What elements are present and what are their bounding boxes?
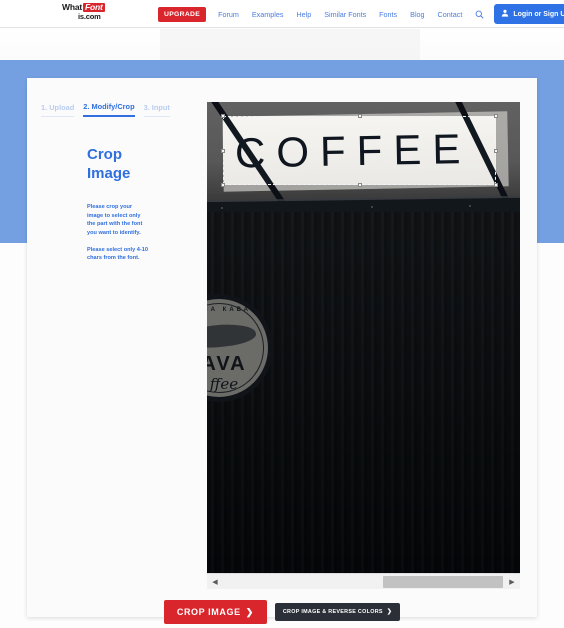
scroll-left-arrow-icon[interactable]: ◀: [207, 574, 223, 590]
crop-handle-se[interactable]: [494, 183, 498, 187]
nav-item-fonts[interactable]: Fonts: [379, 10, 397, 19]
instruction-primary: Please crop your image to select only th…: [87, 204, 143, 236]
crop-card: 1. Upload 2. Modify/Crop 3. Input Crop I…: [27, 78, 537, 624]
search-icon[interactable]: [475, 10, 484, 19]
page-title-line1: Crop: [87, 146, 122, 163]
instructions: Please crop your image to select only th…: [87, 203, 149, 263]
secondary-bar-block: [160, 29, 420, 60]
instruction-secondary: Please select only 4-10 chars from the f…: [87, 246, 148, 262]
login-signup-button[interactable]: Login or Sign Up: [494, 4, 564, 24]
site-logo[interactable]: What Font is.com: [62, 3, 118, 25]
crop-reverse-colors-label: CROP IMAGE & REVERSE COLORS: [282, 609, 383, 615]
cafe-logo-medallion: РЗА КАВА AVA ffee: [207, 294, 273, 402]
scrollbar-track[interactable]: [223, 574, 504, 590]
ledge-bolt: [371, 206, 373, 208]
action-button-row: CROP IMAGE ❯ CROP IMAGE & REVERSE COLORS…: [27, 600, 537, 624]
page-title: Crop Image: [87, 146, 177, 184]
nav-item-forum[interactable]: Forum: [218, 10, 239, 19]
logo-top-row: What Font: [62, 3, 105, 12]
crop-reverse-colors-button[interactable]: CROP IMAGE & REVERSE COLORS ❯: [274, 603, 401, 621]
page-title-line2: Image: [87, 164, 131, 182]
nav-item-similar-fonts[interactable]: Similar Fonts: [324, 10, 366, 19]
nav-item-examples[interactable]: Examples: [252, 10, 284, 19]
logo-domain-text: is.com: [78, 11, 101, 21]
step-indicator: 1. Upload 2. Modify/Crop 3. Input: [41, 102, 201, 117]
step-input[interactable]: 3. Input: [143, 103, 170, 117]
main-navigation: UPGRADE Forum Examples Help Similar Font…: [158, 0, 564, 28]
step-upload[interactable]: 1. Upload: [41, 103, 75, 117]
page-root: What Font is.com UPGRADE Forum Examples …: [0, 0, 564, 628]
nav-item-contact[interactable]: Contact: [438, 10, 463, 19]
crop-image-label: CROP IMAGE: [176, 607, 241, 617]
crop-handle-nw[interactable]: [221, 114, 225, 118]
login-signup-label: Login or Sign Up: [513, 10, 564, 18]
crop-handle-ne[interactable]: [494, 114, 498, 118]
ledge-bolt: [221, 207, 223, 209]
medallion-top-text: РЗА КАВА: [207, 307, 252, 313]
crop-selection-box[interactable]: [221, 114, 498, 187]
scroll-right-arrow-icon[interactable]: ▶: [504, 574, 520, 590]
chevron-right-icon: ❯: [386, 609, 393, 615]
scrollbar-thumb[interactable]: [383, 575, 503, 588]
medallion-main-text: AVA: [207, 353, 247, 375]
logo-font-text: Font: [82, 2, 105, 12]
upgrade-button[interactable]: UPGRADE: [158, 6, 207, 22]
nav-item-blog[interactable]: Blog: [410, 10, 424, 19]
crop-handle-w[interactable]: [221, 148, 225, 153]
crop-handle-e[interactable]: [494, 148, 498, 153]
crop-image-button[interactable]: CROP IMAGE ❯: [163, 600, 267, 624]
crop-handle-sw[interactable]: [221, 183, 225, 187]
image-crop-viewport[interactable]: COFFEE РЗА КАВА AVA ffee: [207, 102, 520, 573]
medallion-script-text: ffee: [209, 375, 239, 393]
crop-handle-n[interactable]: [357, 114, 362, 118]
nav-item-help[interactable]: Help: [296, 10, 311, 19]
logo-what-text: What: [62, 2, 82, 12]
crop-handle-s[interactable]: [357, 183, 362, 187]
step-modify-crop[interactable]: 2. Modify/Crop: [83, 102, 135, 117]
image-horizontal-scrollbar[interactable]: ◀ ▶: [207, 573, 520, 589]
site-header: What Font is.com UPGRADE Forum Examples …: [0, 0, 564, 28]
user-icon: [501, 9, 509, 19]
chevron-right-icon: ❯: [245, 606, 254, 617]
ledge-bolt: [469, 205, 471, 207]
